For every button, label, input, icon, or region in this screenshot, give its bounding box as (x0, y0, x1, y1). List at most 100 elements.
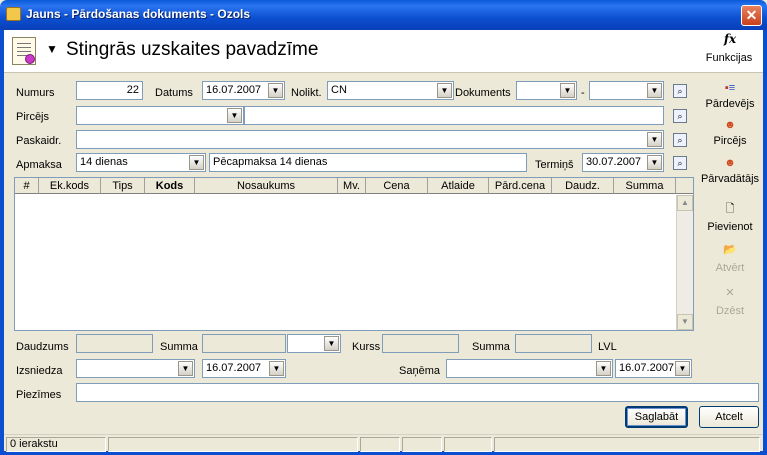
paskaidr-select[interactable]: ▼ (76, 130, 664, 149)
kurss-field (382, 334, 459, 353)
summa-label: Summa (160, 341, 198, 353)
column-header-filler (676, 178, 693, 194)
chevron-down-icon[interactable]: ▼ (268, 83, 283, 98)
new-document-icon: 🗋 (725, 203, 735, 215)
apmaksa-select[interactable]: 14 dienas ▼ (76, 153, 206, 172)
summa-field (202, 334, 286, 353)
grid-scrollbar[interactable]: ▲ ▼ (676, 195, 693, 330)
parvadatajs-button[interactable]: Pārvadātājs (700, 172, 760, 186)
chevron-down-icon[interactable]: ▼ (647, 155, 662, 170)
apmaksa-description-field[interactable]: Pēcapmaksa 14 dienas (209, 153, 527, 172)
search-icon[interactable]: ⌕ (673, 156, 687, 170)
column-header[interactable]: Summa (614, 178, 676, 194)
apmaksa-label: Apmaksa (16, 159, 62, 171)
open-folder-icon: 📂 (723, 244, 737, 256)
chevron-down-icon[interactable]: ▼ (437, 83, 452, 98)
column-header[interactable]: Atlaide (428, 178, 489, 194)
chevron-down-icon[interactable]: ▼ (647, 83, 662, 98)
search-icon[interactable]: ⌕ (673, 133, 687, 147)
dokuments-label: Dokuments (455, 87, 511, 99)
dokuments-separator: - (581, 87, 585, 99)
items-grid[interactable]: # Ek.kods Tips Kods Nosaukums Mv. Cena A… (14, 177, 694, 331)
carrier-icon: ☻ (724, 157, 736, 169)
column-header[interactable]: Pārd.cena (489, 178, 552, 194)
column-header[interactable]: Kods (145, 178, 195, 194)
datums-field[interactable]: 16.07.2007 ▼ (202, 81, 285, 100)
status-cell (444, 437, 492, 452)
functions-icon[interactable]: fx (722, 32, 738, 46)
chevron-down-icon[interactable]: ▼ (560, 83, 575, 98)
numurs-field[interactable]: 22 (76, 81, 143, 100)
document-type-title[interactable]: Stingrās uzskaites pavadzīme (66, 39, 318, 61)
termins-label: Termiņš (535, 159, 574, 171)
izsniedza-select[interactable]: ▼ (76, 359, 195, 378)
column-header[interactable]: Tips (101, 178, 145, 194)
save-button[interactable]: Saglabāt (625, 406, 688, 428)
numurs-label: Numurs (16, 87, 55, 99)
chevron-down-icon[interactable]: ▼ (227, 108, 242, 123)
chevron-down-icon[interactable]: ▼ (189, 155, 204, 170)
status-cell (402, 437, 442, 452)
search-icon[interactable]: ⌕ (673, 109, 687, 123)
column-header[interactable]: Daudz. (552, 178, 614, 194)
window-frame-left (0, 30, 4, 455)
column-header[interactable]: Ek.kods (39, 178, 101, 194)
pircejs-button[interactable]: Pircējs (700, 134, 760, 148)
column-header[interactable]: Cena (366, 178, 428, 194)
atvert-button[interactable]: Atvērt (700, 261, 760, 275)
piezimes-label: Piezīmes (16, 389, 62, 401)
paskaidr-label: Paskaidr. (16, 135, 62, 147)
currency-select[interactable]: ▼ (287, 334, 341, 353)
close-button[interactable]: ✕ (741, 5, 762, 26)
status-cell (108, 437, 358, 452)
datums-label: Datums (155, 87, 193, 99)
chevron-down-icon[interactable]: ▼ (596, 361, 611, 376)
dokuments-series-select[interactable]: ▼ (516, 81, 577, 100)
noliktava-value: CN (331, 84, 347, 96)
status-cell (360, 437, 400, 452)
column-header[interactable]: # (15, 178, 39, 194)
chevron-down-icon[interactable]: ▼ (647, 132, 662, 147)
izsniedza-date-value: 16.07.2007 (206, 362, 262, 374)
dzest-button[interactable]: Dzēst (700, 304, 760, 318)
column-header[interactable]: Nosaukums (195, 178, 338, 194)
izsniedza-label: Izsniedza (16, 365, 63, 377)
status-cell (494, 437, 760, 452)
daudzums-field (76, 334, 153, 353)
kurss-label: Kurss (352, 341, 381, 353)
pievienot-button[interactable]: Pievienot (700, 220, 760, 234)
records-count: 0 ierakstu (6, 437, 106, 452)
document-type-caret-icon[interactable]: ▼ (46, 42, 58, 56)
chevron-down-icon[interactable]: ▼ (269, 361, 284, 376)
dokuments-number-select[interactable]: ▼ (589, 81, 664, 100)
sanema-date-field[interactable]: 16.07.2007 ▼ (615, 359, 692, 378)
noliktava-label: Nolikt. (291, 87, 322, 99)
status-bar: 0 ierakstu (4, 434, 763, 452)
termins-value: 30.07.2007 (586, 156, 642, 168)
sanema-date-value: 16.07.2007 (619, 362, 675, 374)
apmaksa-value: 14 dienas (80, 156, 128, 168)
cancel-button[interactable]: Atcelt (699, 406, 759, 428)
document-icon (12, 37, 36, 65)
chevron-down-icon[interactable]: ▼ (675, 361, 690, 376)
functions-button[interactable]: Funkcijas (704, 51, 754, 65)
seller-icon: ▪≡ (724, 82, 736, 94)
pircejs-select[interactable]: ▼ (76, 106, 244, 125)
currency-label: LVL (598, 341, 617, 353)
chevron-down-icon[interactable]: ▼ (324, 336, 339, 351)
piezimes-field[interactable] (76, 383, 759, 402)
daudzums-label: Daudzums (16, 341, 69, 353)
chevron-down-icon[interactable]: ▼ (178, 361, 193, 376)
izsniedza-date-field[interactable]: 16.07.2007 ▼ (202, 359, 286, 378)
pardevejs-button[interactable]: Pārdevējs (700, 97, 760, 111)
summa2-label: Summa (472, 341, 510, 353)
search-icon[interactable]: ⌕ (673, 84, 687, 98)
sanema-select[interactable]: ▼ (446, 359, 613, 378)
scroll-down-arrow-icon[interactable]: ▼ (677, 314, 693, 330)
termins-field[interactable]: 30.07.2007 ▼ (582, 153, 664, 172)
summa2-field (515, 334, 592, 353)
column-header[interactable]: Mv. (338, 178, 366, 194)
pircejs-name-field[interactable] (244, 106, 664, 125)
noliktava-select[interactable]: CN ▼ (327, 81, 454, 100)
scroll-up-arrow-icon[interactable]: ▲ (677, 195, 693, 211)
